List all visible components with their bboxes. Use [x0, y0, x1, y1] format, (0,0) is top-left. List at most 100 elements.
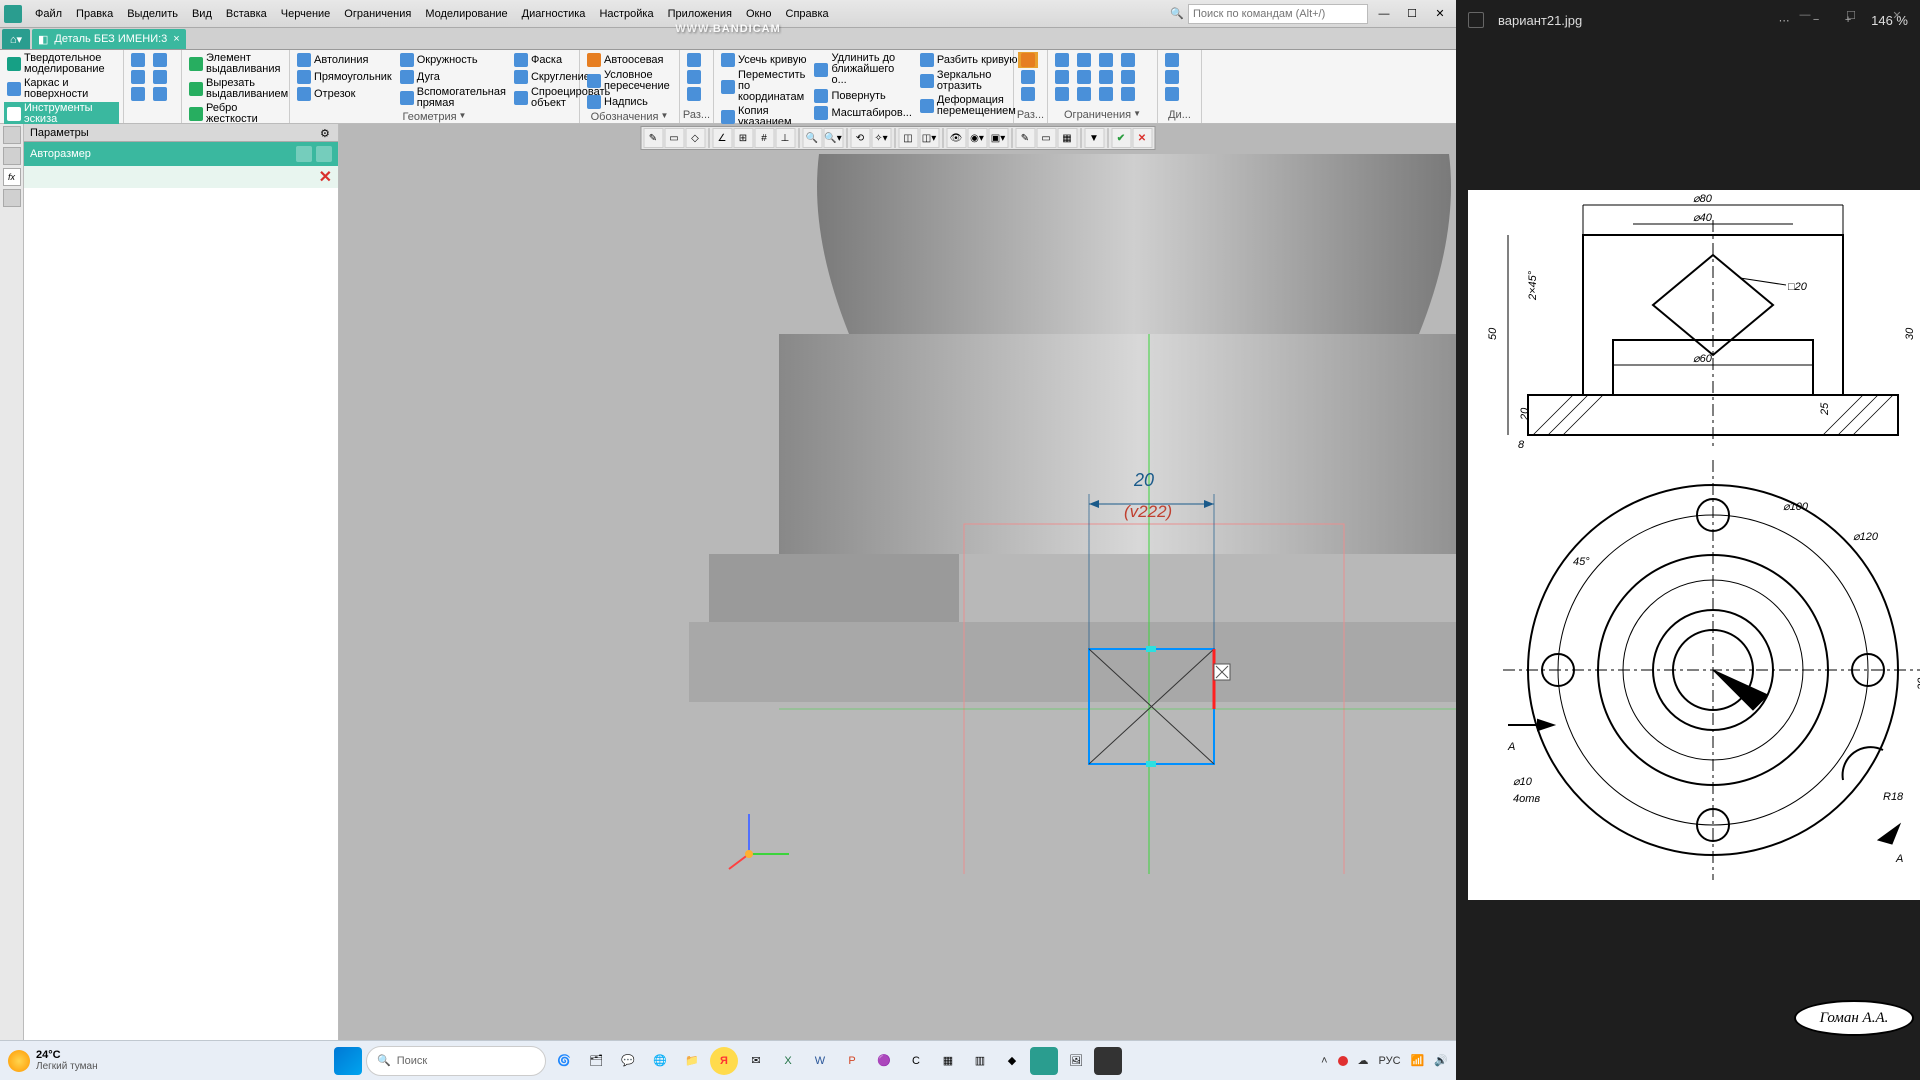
leftstrip-btn-3[interactable]: [3, 189, 21, 207]
tray-chevron-icon[interactable]: ˄: [1321, 1055, 1327, 1067]
menu-file[interactable]: Файл: [28, 4, 69, 24]
panel-gear-icon[interactable]: ⚙: [320, 127, 332, 139]
qa-btn-3[interactable]: [128, 86, 148, 102]
di3[interactable]: [1162, 86, 1182, 102]
ctb-7[interactable]: ⊥: [775, 128, 795, 148]
mirror-button[interactable]: Зеркально отразить: [917, 69, 1021, 93]
cn3[interactable]: [1052, 86, 1072, 102]
cn6[interactable]: [1074, 86, 1094, 102]
task-excel[interactable]: X: [774, 1047, 802, 1075]
close-tab-icon[interactable]: ×: [173, 33, 179, 45]
rectangle-button[interactable]: Прямоугольник: [294, 69, 395, 85]
leftstrip-fx-button[interactable]: fx: [3, 168, 21, 186]
ctb-10[interactable]: ⟲: [850, 128, 870, 148]
tray-cloud-icon[interactable]: ☁: [1358, 1054, 1369, 1067]
leftstrip-btn-1[interactable]: [3, 126, 21, 144]
tray-volume-icon[interactable]: 🔊: [1434, 1054, 1448, 1067]
auxline-button[interactable]: Вспомогательная прямая: [397, 86, 509, 110]
task-copilot[interactable]: 🌀: [550, 1047, 578, 1075]
ctb-8[interactable]: 🔍: [802, 128, 822, 148]
task-bandicam[interactable]: [1094, 1047, 1122, 1075]
dim-btn2[interactable]: [684, 69, 704, 85]
panel-close-icon[interactable]: ✕: [319, 167, 332, 187]
cn5[interactable]: [1074, 69, 1094, 85]
menu-diag[interactable]: Диагностика: [515, 4, 593, 24]
movecoord-button[interactable]: Переместить по координатам: [718, 69, 809, 104]
ctb-17[interactable]: ✎: [1015, 128, 1035, 148]
viewer-back-icon[interactable]: [1468, 12, 1484, 28]
extend-button[interactable]: Удлинить до ближайшего о...: [811, 52, 914, 87]
ctb-6[interactable]: #: [754, 128, 774, 148]
cn4[interactable]: [1074, 52, 1094, 68]
rotate-button[interactable]: Повернуть: [811, 88, 914, 104]
menu-view[interactable]: Вид: [185, 4, 219, 24]
taskbar-search[interactable]: 🔍 Поиск: [366, 1046, 546, 1076]
cn1[interactable]: [1052, 52, 1072, 68]
ctb-19[interactable]: ▦: [1057, 128, 1077, 148]
sketch-tools-button[interactable]: Инструменты эскиза: [4, 102, 119, 126]
ctb-3[interactable]: ◇: [685, 128, 705, 148]
task-explorer[interactable]: 🗂: [582, 1047, 610, 1075]
ctb-9[interactable]: 🔍▾: [823, 128, 843, 148]
circle-button[interactable]: Окружность: [397, 52, 509, 68]
cn11[interactable]: [1118, 69, 1138, 85]
minimize-button[interactable]: —: [1372, 4, 1396, 24]
misc-btn-a3[interactable]: [1018, 86, 1038, 102]
cn10[interactable]: [1118, 52, 1138, 68]
dim-btn3[interactable]: [684, 86, 704, 102]
task-app2[interactable]: ▦: [934, 1047, 962, 1075]
menu-select[interactable]: Выделить: [120, 4, 185, 24]
menu-edit[interactable]: Правка: [69, 4, 120, 24]
misc-btn-hl[interactable]: [1018, 52, 1038, 68]
ctb-1[interactable]: ✎: [643, 128, 663, 148]
menu-setup[interactable]: Настройка: [592, 4, 660, 24]
scale-button[interactable]: Масштабиров...: [811, 105, 914, 121]
task-kompas[interactable]: [1030, 1047, 1058, 1075]
task-mail[interactable]: ✉: [742, 1047, 770, 1075]
command-search-input[interactable]: [1188, 4, 1368, 24]
qa-btn-2[interactable]: [128, 69, 148, 85]
deform-button[interactable]: Деформация перемещением: [917, 94, 1021, 118]
recording-icon[interactable]: [1338, 1056, 1348, 1066]
cut-extrude-button[interactable]: Вырезать выдавливанием: [186, 77, 285, 101]
ctb-13[interactable]: ◫▾: [919, 128, 939, 148]
weather-widget[interactable]: 24°C Легкий туман: [8, 1049, 98, 1072]
autoline-button[interactable]: Автолиния: [294, 52, 395, 68]
viewer-maximize-button[interactable]: ☐: [1828, 0, 1874, 30]
text-button[interactable]: Надпись: [584, 94, 675, 110]
menu-draft[interactable]: Черчение: [274, 4, 338, 24]
canvas-3d-view[interactable]: [689, 154, 1456, 874]
qa-btn-4[interactable]: [150, 52, 170, 68]
task-alice[interactable]: 🟣: [870, 1047, 898, 1075]
di2[interactable]: [1162, 69, 1182, 85]
ctb-14[interactable]: 👁: [946, 128, 966, 148]
document-tab[interactable]: ◧ Деталь БЕЗ ИМЕНИ:3 ×: [32, 29, 186, 49]
ctb-12[interactable]: ◫: [898, 128, 918, 148]
split-button[interactable]: Разбить кривую: [917, 52, 1021, 68]
ctb-18[interactable]: ▭: [1036, 128, 1056, 148]
di1[interactable]: [1162, 52, 1182, 68]
cn12[interactable]: [1118, 86, 1138, 102]
segment-button[interactable]: Отрезок: [294, 86, 395, 102]
ctb-4[interactable]: ∠: [712, 128, 732, 148]
arc-button[interactable]: Дуга: [397, 69, 509, 85]
panel-list-icon[interactable]: [316, 146, 332, 162]
rib-button[interactable]: Ребро жесткости: [186, 102, 285, 126]
tray-wifi-icon[interactable]: 📶: [1411, 1054, 1425, 1067]
menu-help[interactable]: Справка: [779, 4, 836, 24]
task-app1[interactable]: C: [902, 1047, 930, 1075]
extrude-button[interactable]: Элемент выдавливания: [186, 52, 285, 76]
qa-btn-6[interactable]: [150, 86, 170, 102]
cn7[interactable]: [1096, 52, 1116, 68]
menu-constraints[interactable]: Ограничения: [337, 4, 418, 24]
home-tab[interactable]: ⌂▾: [2, 29, 30, 49]
dim-btn[interactable]: [684, 52, 704, 68]
frame-surfaces-button[interactable]: Каркас и поверхности: [4, 77, 119, 101]
misc-btn-a2[interactable]: [1018, 69, 1038, 85]
cn9[interactable]: [1096, 86, 1116, 102]
ctb-11[interactable]: ✧▾: [871, 128, 891, 148]
ctb-5[interactable]: ⊞: [733, 128, 753, 148]
task-chat[interactable]: 💬: [614, 1047, 642, 1075]
accept-sketch-button[interactable]: ✔: [1111, 128, 1131, 148]
task-app3[interactable]: ▥: [966, 1047, 994, 1075]
